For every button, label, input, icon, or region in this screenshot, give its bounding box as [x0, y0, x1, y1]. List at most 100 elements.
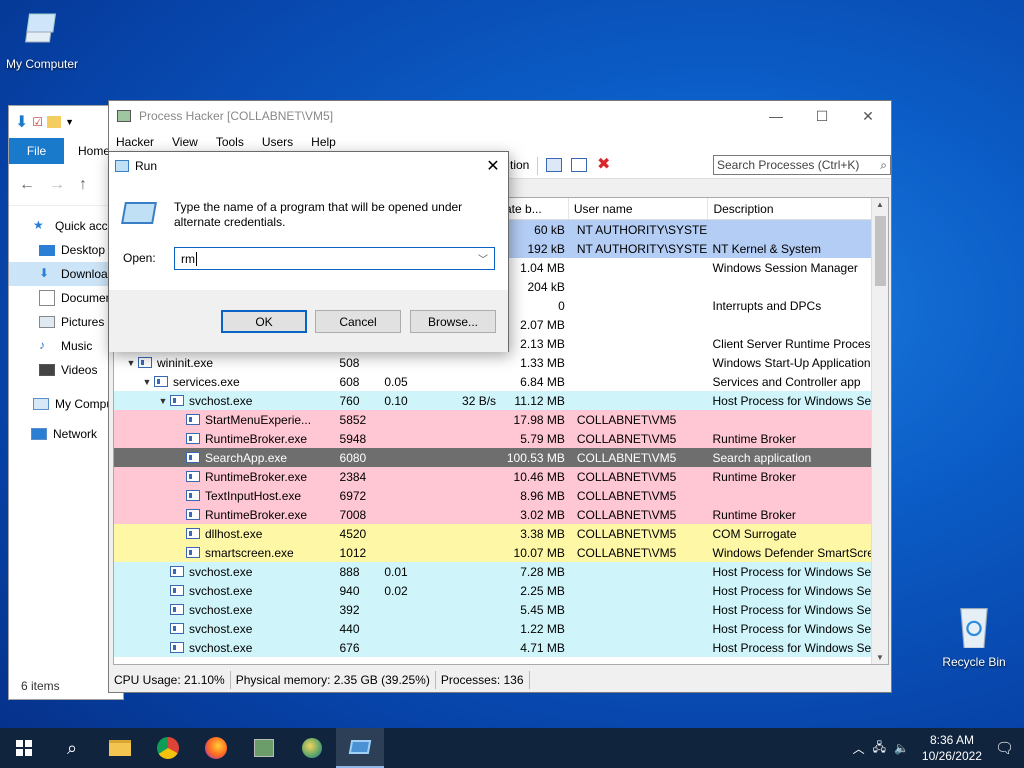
sidebar-item-network[interactable]: Network: [9, 422, 123, 446]
download-arrow-icon[interactable]: ⬇: [15, 112, 28, 132]
taskbar-file-explorer[interactable]: [96, 728, 144, 768]
process-private-bytes: 10.07 MB: [513, 545, 565, 560]
table-row[interactable]: svchost.exe 676 4.71 MB Host Process for Wi…: [114, 638, 888, 657]
table-row[interactable]: RuntimeBroker.exe 2384 10.46 MB COLLABNET\V…: [114, 467, 888, 486]
process-description: Host Process for Windows Ser...: [712, 393, 885, 408]
table-row[interactable]: RuntimeBroker.exe 5948 5.79 MB COLLABNET\VM…: [114, 429, 888, 448]
process-pid: 508: [339, 355, 360, 370]
search-processes-input[interactable]: Search Processes (Ctrl+K) ⌕: [713, 155, 891, 175]
ok-button[interactable]: OK: [221, 310, 307, 333]
maximize-button[interactable]: ☐: [799, 108, 845, 125]
process-user: COLLABNET\VM5: [576, 469, 677, 484]
toolbar-find-handles-label[interactable]: tion: [510, 158, 529, 172]
notification-icon[interactable]: 🗨: [995, 739, 1014, 757]
sidebar-item-pictures[interactable]: Pictures: [9, 310, 123, 334]
start-button[interactable]: [0, 728, 48, 768]
desktop-icon-recycle-bin[interactable]: Recycle Bin: [932, 600, 1016, 669]
table-row[interactable]: ▼ wininit.exe 508 1.33 MB Windows Start-Up A…: [114, 353, 888, 372]
taskbar-firefox[interactable]: [192, 728, 240, 768]
up-arrow-icon[interactable]: ↑: [79, 176, 87, 194]
sidebar-item-documents[interactable]: Documents: [9, 286, 123, 310]
menu-users[interactable]: Users: [262, 135, 293, 149]
system-information-icon[interactable]: [546, 158, 562, 172]
process-icon: [154, 376, 168, 387]
tab-home[interactable]: Home: [64, 138, 110, 164]
run-close-button[interactable]: ✕: [478, 156, 508, 176]
sidebar-item-desktop[interactable]: Desktop: [9, 238, 123, 262]
process-description: Runtime Broker: [712, 507, 796, 522]
back-arrow-icon[interactable]: ←: [19, 176, 35, 194]
toolbar-separator: [537, 157, 538, 175]
search-button[interactable]: ⌕: [48, 728, 96, 768]
open-input-value[interactable]: rm: [181, 252, 195, 266]
process-cpu: 0.01: [384, 564, 408, 579]
table-row[interactable]: svchost.exe 440 1.22 MB Host Process for Wi…: [114, 619, 888, 638]
process-name-cell: StartMenuExperie...: [114, 413, 336, 427]
network-icon[interactable]: 🖧: [873, 738, 886, 759]
desktop-icon-my-computer[interactable]: My Computer: [0, 10, 84, 71]
scroll-up-icon[interactable]: ▲: [876, 200, 884, 209]
vertical-scrollbar[interactable]: ▲ ▼: [871, 198, 888, 664]
taskbar-run[interactable]: [336, 728, 384, 768]
open-combobox[interactable]: rm ﹀: [174, 247, 495, 270]
browse-button[interactable]: Browse...: [410, 310, 496, 333]
process-pid: 608: [339, 374, 360, 389]
table-row[interactable]: ▼ services.exe 608 0.05 6.84 MB Services and …: [114, 372, 888, 391]
sidebar-item-downloads[interactable]: ⬇ Downloads: [9, 262, 123, 286]
expand-chevron-icon[interactable]: ▼: [124, 358, 138, 368]
sidebar-item-music[interactable]: ♪ Music: [9, 334, 123, 358]
process-private-bytes: 3.38 MB: [520, 526, 565, 541]
customize-dropdown-icon[interactable]: ▼: [65, 117, 74, 127]
table-row[interactable]: smartscreen.exe 1012 10.07 MB COLLABNET\VM5…: [114, 543, 888, 562]
table-row[interactable]: dllhost.exe 4520 3.38 MB COLLABNET\VM5 COM S…: [114, 524, 888, 543]
tab-file[interactable]: File: [9, 138, 64, 164]
chevron-down-icon[interactable]: ﹀: [478, 251, 488, 266]
process-name: RuntimeBroker.exe: [205, 431, 308, 446]
column-private-bytes[interactable]: ate b...: [500, 198, 569, 219]
forward-arrow-icon[interactable]: →: [49, 176, 65, 194]
sidebar-item-quick-access[interactable]: ★ Quick access: [9, 214, 123, 238]
process-name: StartMenuExperie...: [205, 412, 312, 427]
sidebar-item-label: Music: [61, 339, 93, 353]
terminate-icon[interactable]: ✖: [597, 154, 610, 174]
process-name-cell: svchost.exe: [114, 603, 335, 617]
clock-time: 8:36 AM: [929, 733, 974, 747]
table-row[interactable]: RuntimeBroker.exe 7008 3.02 MB COLLABNET\VM…: [114, 505, 888, 524]
sidebar-item-my-computer[interactable]: My Computer: [9, 392, 123, 416]
close-button[interactable]: ✕: [845, 108, 891, 125]
menu-view[interactable]: View: [172, 135, 198, 149]
scrollbar-thumb[interactable]: [875, 216, 886, 286]
column-user-name[interactable]: User name: [569, 198, 709, 219]
table-row[interactable]: TextInputHost.exe 6972 8.96 MB COLLABNET\VM…: [114, 486, 888, 505]
table-row[interactable]: ▼ svchost.exe 760 0.10 32 B/s 11.12 MB Host Pr…: [114, 391, 888, 410]
taskbar-process-hacker[interactable]: [240, 728, 288, 768]
volume-icon[interactable]: 🔈: [894, 741, 909, 755]
menu-hacker[interactable]: Hacker: [116, 135, 154, 149]
expand-chevron-icon[interactable]: ▼: [140, 377, 154, 387]
chevron-up-icon[interactable]: ︿: [853, 740, 865, 757]
sidebar-item-videos[interactable]: Videos: [9, 358, 123, 382]
process-icon: [170, 623, 184, 634]
process-description: Host Process for Windows Ser...: [712, 602, 885, 617]
process-description: Runtime Broker: [712, 431, 796, 446]
window-icon[interactable]: [571, 158, 587, 172]
taskbar-app-globe[interactable]: [288, 728, 336, 768]
table-row[interactable]: StartMenuExperie... 5852 17.98 MB COLLABNET…: [114, 410, 888, 429]
menu-help[interactable]: Help: [311, 135, 336, 149]
cancel-button[interactable]: Cancel: [315, 310, 401, 333]
table-row[interactable]: SearchApp.exe 6080 100.53 MB COLLABNET\VM5 S…: [114, 448, 888, 467]
table-row[interactable]: svchost.exe 392 5.45 MB Host Process for Wi…: [114, 600, 888, 619]
table-row[interactable]: svchost.exe 940 0.02 2.25 MB Host Process fo…: [114, 581, 888, 600]
taskbar-chrome[interactable]: [144, 728, 192, 768]
clock[interactable]: 8:36 AM 10/26/2022: [917, 732, 987, 764]
menu-tools[interactable]: Tools: [216, 135, 244, 149]
minimize-button[interactable]: —: [753, 108, 799, 125]
table-row[interactable]: svchost.exe 888 0.01 7.28 MB Host Process fo…: [114, 562, 888, 581]
folder-icon[interactable]: [47, 116, 62, 128]
properties-icon[interactable]: ☑: [32, 115, 43, 129]
computer-icon: [33, 398, 49, 410]
process-name: dllhost.exe: [205, 526, 263, 541]
scroll-down-icon[interactable]: ▼: [876, 653, 884, 662]
expand-chevron-icon[interactable]: ▼: [156, 396, 170, 406]
column-description[interactable]: Description: [708, 198, 888, 219]
